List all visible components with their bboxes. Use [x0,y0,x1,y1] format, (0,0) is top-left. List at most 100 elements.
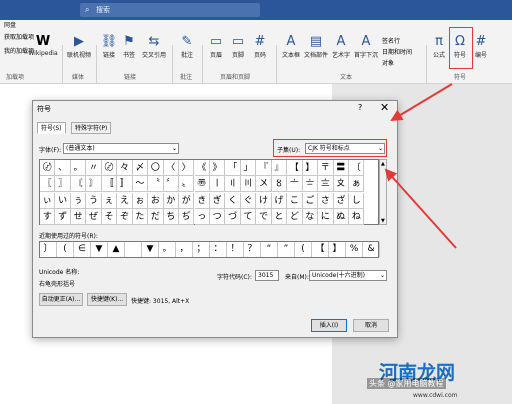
symbol-cell[interactable]: な [302,209,319,226]
symbol-cell[interactable]: っ [194,209,210,226]
recent-symbols[interactable]: 〕(∈ ▼ ▲ ▼。，；：！？ “”(【】% & [39,241,380,258]
symbol-cell[interactable]: づ [225,209,241,226]
wordart-button[interactable]: A 艺术字 [330,34,352,59]
recent-symbol-cell[interactable]: ( [57,242,74,257]
symbol-cell[interactable]: で [256,209,272,226]
symbol-cell[interactable]: ず [55,209,71,226]
recent-symbol-cell[interactable] [125,242,142,257]
recent-symbol-cell[interactable]: ▼ [91,242,108,257]
symbol-cell[interactable]: 〃 [86,160,102,176]
symbol-cell[interactable]: さ [318,192,334,209]
symbol-cell[interactable]: 。 [70,160,87,176]
symbol-cell[interactable]: ご [302,192,319,209]
symbol-cell[interactable]: ど [287,209,303,226]
symbol-cell[interactable]: 」 [240,160,257,176]
charcode-input[interactable]: 3015 [255,270,279,281]
object[interactable]: 对象 [382,58,394,67]
quick-parts-button[interactable]: ▤ 文档部件 [304,34,328,59]
header-button[interactable]: ▭ 页眉 [206,34,226,59]
symbol-cell[interactable]: 〞 [163,176,180,193]
date-time[interactable]: 日期和时间 [382,47,412,56]
symbol-cell[interactable]: け [256,192,272,209]
symbol-cell[interactable]: 々 [117,160,133,176]
recent-symbol-cell[interactable]: ， [176,242,193,257]
recent-symbol-cell[interactable]: ( [295,242,312,257]
recent-symbol-cell[interactable]: ∈ [74,242,91,257]
recent-symbol-cell[interactable]: 】 [329,242,346,257]
insert-button[interactable]: 插入(I) [311,319,347,332]
symbol-cell[interactable]: 〛 [117,176,133,193]
symbol-cell[interactable]: す [40,209,56,226]
symbol-cell[interactable]: 〉 [179,160,195,176]
symbol-cell[interactable]: ざ [333,192,349,209]
symbol-cell[interactable]: 〥 [271,176,288,193]
symbol-cell[interactable]: 《 [194,160,210,176]
symbol-cell[interactable]: た [132,209,149,226]
symbol-cell[interactable]: 〧 [302,176,319,193]
symbol-cell[interactable]: 〔 [349,160,365,176]
symbol-cell[interactable]: 〆 [132,160,149,176]
symbol-cell[interactable]: 〙 [86,176,102,193]
symbol-cell[interactable]: 〡 [209,176,226,193]
textbox-button[interactable]: A 文本框 [280,34,302,59]
footer-button[interactable]: ▭ 页脚 [228,34,248,59]
symbol-cell[interactable]: 〦 [287,176,303,193]
symbol-cell[interactable]: 【 [287,160,303,176]
symbol-cell[interactable]: だ [148,209,164,226]
recent-symbol-cell[interactable]: 【 [312,242,329,257]
font-select[interactable]: (普通文本) ⌄ [63,143,179,154]
symbol-cell[interactable]: 〨 [318,176,334,193]
page-number-button[interactable]: # 页码 [250,34,270,59]
tab-special-chars[interactable]: 特殊字符(P) [71,122,112,134]
symbol-cell[interactable]: し [349,192,365,209]
symbol-cell[interactable]: つ [209,209,226,226]
symbol-cell[interactable]: 〝 [148,176,164,193]
symbol-cell[interactable]: 〩 [333,176,349,193]
symbol-grid[interactable]: 〄、。〃〄々〆〇〈〉《》「」『』【】〒〓〔〖〗〘〙〚〛〜〝〞〟〠〡〢〣〤〥〦〧〨… [39,159,379,226]
symbol-cell[interactable]: 》 [209,160,226,176]
symbol-cell[interactable]: に [318,209,334,226]
equation-button[interactable]: π 公式 [430,34,448,59]
symbol-cell[interactable]: う [86,192,102,209]
symbol-cell[interactable]: ぬ [333,209,349,226]
symbol-cell[interactable]: 〤 [256,176,272,193]
symbol-cell[interactable]: て [240,209,257,226]
symbol-cell[interactable]: 〢 [225,176,241,193]
symbol-cell[interactable]: 〄 [101,160,118,176]
symbol-cell[interactable]: ぅ [70,192,87,209]
recent-symbol-cell[interactable]: ▼ [142,242,159,257]
symbol-cell[interactable]: お [148,192,164,209]
symbol-cell[interactable]: と [271,209,288,226]
recent-symbol-cell[interactable]: & [363,242,380,257]
wikipedia-button[interactable]: W Wikipedia [28,34,58,57]
symbol-cell[interactable]: 〘 [70,176,87,193]
symbol-cell[interactable]: 〜 [132,176,149,193]
cancel-button[interactable]: 取消 [353,319,389,332]
symbol-cell[interactable]: ぇ [101,192,118,209]
symbol-cell[interactable]: ぐ [240,192,257,209]
symbol-cell[interactable]: 、 [55,160,71,176]
autocorrect-button[interactable]: 自动更正(A)... [39,293,83,306]
symbol-cell[interactable]: ぞ [117,209,133,226]
symbol-cell[interactable]: 〈 [163,160,180,176]
symbol-cell[interactable]: く [225,192,241,209]
recent-symbol-cell[interactable]: 〕 [40,242,57,257]
symbol-cell[interactable]: こ [287,192,303,209]
drop-cap-button[interactable]: A 首字下沉 [354,34,378,59]
symbol-cell[interactable]: き [194,192,210,209]
symbol-cell[interactable]: ぃ [40,192,56,209]
online-video-button[interactable]: ▶ 联机视频 [66,34,92,59]
recent-symbol-cell[interactable]: ” [278,242,295,257]
symbol-cell[interactable]: せ [70,209,87,226]
symbol-cell[interactable]: い [55,192,71,209]
symbol-cell[interactable]: 〗 [55,176,71,193]
symbol-cell[interactable]: が [179,192,195,209]
symbol-cell[interactable]: そ [101,209,118,226]
recent-symbol-cell[interactable]: ； [193,242,210,257]
close-icon[interactable]: ✕ [380,101,389,114]
symbol-cell[interactable]: 〣 [240,176,257,193]
symbol-cell[interactable]: 〇 [148,160,164,176]
help-button[interactable]: ? [358,103,362,112]
bookmark-button[interactable]: ⚑ 书签 [120,34,138,59]
recent-symbol-cell[interactable]: ？ [244,242,261,257]
